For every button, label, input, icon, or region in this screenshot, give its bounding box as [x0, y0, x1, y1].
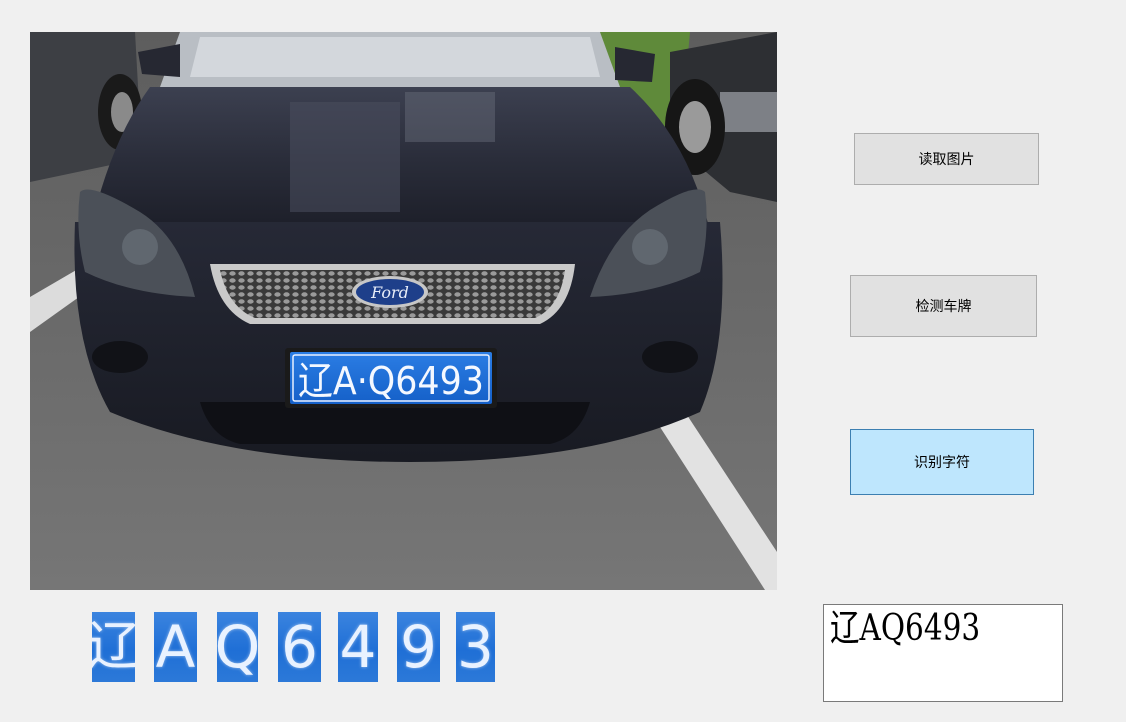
recognition-result-text: 辽AQ6493: [830, 608, 981, 649]
car-photo: Ford 辽A·Q6493: [30, 32, 777, 590]
char-tile: Q: [217, 612, 258, 682]
recognition-result-box[interactable]: 辽AQ6493: [823, 604, 1063, 702]
char-tile: 辽: [92, 612, 135, 682]
char-tile: 6: [278, 612, 321, 682]
recognize-chars-button[interactable]: 识别字符: [850, 429, 1034, 495]
char-tile: 4: [338, 612, 378, 682]
car-image-display: Ford 辽A·Q6493: [30, 32, 777, 590]
char-tile: 9: [397, 612, 440, 682]
license-plate-text: 辽A·Q6493: [298, 359, 484, 403]
segmented-characters: 辽 A Q 6 4 9 3: [92, 612, 502, 684]
char-tile: 3: [456, 612, 495, 682]
detect-plate-button[interactable]: 检测车牌: [850, 275, 1037, 337]
ford-logo: Ford: [370, 283, 409, 302]
char-tile: A: [154, 612, 197, 682]
load-image-button[interactable]: 读取图片: [854, 133, 1039, 185]
